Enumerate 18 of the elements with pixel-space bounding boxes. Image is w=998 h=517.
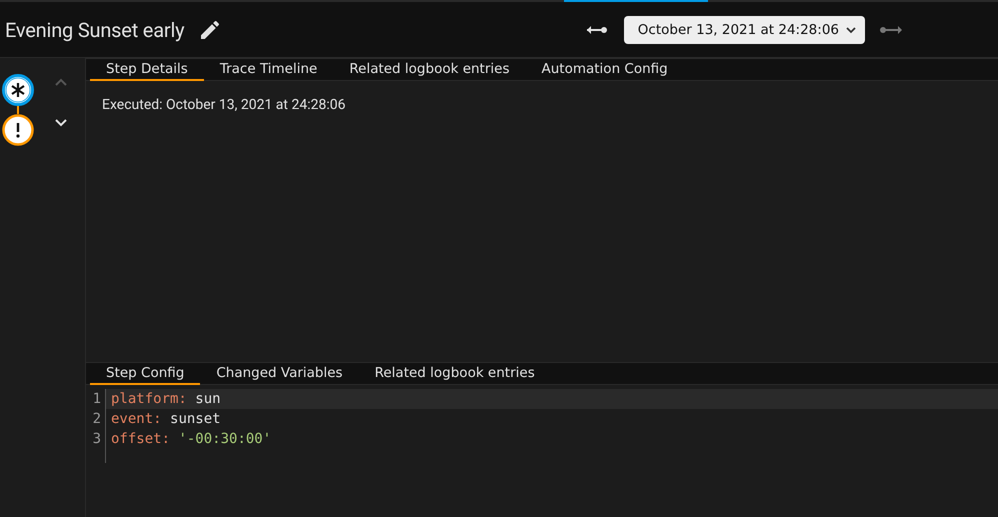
tab[interactable]: Automation Config bbox=[526, 59, 684, 81]
executed-text: Executed: October 13, 2021 at 24:28:06 bbox=[102, 97, 346, 113]
trace-picker[interactable]: October 13, 2021 at 24:28:06 bbox=[624, 16, 865, 44]
code-line: event: sunset bbox=[110, 410, 222, 429]
tab[interactable]: Related logbook entries bbox=[358, 363, 551, 385]
line-number: 2 bbox=[92, 410, 101, 429]
code-line: offset: '-00:30:00' bbox=[110, 430, 272, 449]
previous-arrow-icon[interactable] bbox=[586, 24, 610, 36]
tab[interactable]: Changed Variables bbox=[200, 363, 359, 385]
line-number: 1 bbox=[92, 390, 101, 409]
automation-title: Evening Sunset early bbox=[5, 18, 184, 42]
tab[interactable]: Step Details bbox=[90, 59, 204, 81]
line-number: 3 bbox=[92, 430, 101, 449]
trigger-node[interactable] bbox=[2, 74, 34, 106]
tab[interactable]: Related logbook entries bbox=[333, 59, 526, 81]
chevron-down-icon bbox=[845, 24, 857, 34]
tab[interactable]: Trace Timeline bbox=[204, 59, 334, 81]
condition-node[interactable] bbox=[2, 114, 34, 146]
